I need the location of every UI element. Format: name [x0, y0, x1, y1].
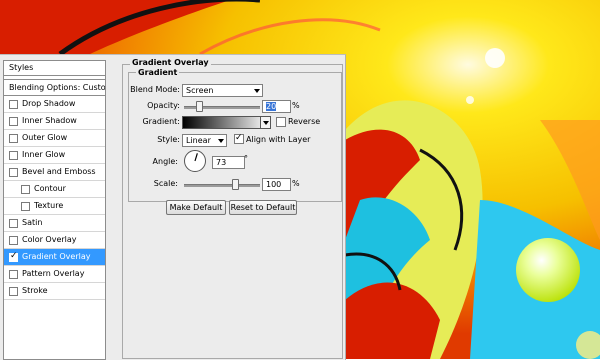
inner-shadow-checkbox[interactable]: [9, 117, 18, 126]
reverse-checkbox[interactable]: [276, 117, 286, 127]
align-with-layer-checkbox[interactable]: ✓: [234, 133, 244, 144]
color-overlay-checkbox[interactable]: [9, 236, 18, 245]
angle-value: 73: [216, 158, 227, 167]
style-item-stroke[interactable]: Stroke: [4, 283, 105, 300]
align-with-layer-label: Align with Layer: [246, 135, 311, 144]
inner-glow-checkbox[interactable]: [9, 151, 18, 160]
check-icon: ✓: [10, 251, 18, 261]
style-item-pattern-overlay[interactable]: Pattern Overlay: [4, 266, 105, 283]
gradient-picker-button[interactable]: [260, 116, 271, 129]
styles-header[interactable]: Styles: [4, 61, 105, 76]
scale-slider-thumb[interactable]: [231, 179, 239, 190]
blend-mode-value: Screen: [186, 86, 214, 95]
outer-glow-checkbox[interactable]: [9, 134, 18, 143]
opacity-label: Opacity:: [147, 101, 180, 110]
blend-mode-label: Blend Mode:: [130, 85, 180, 94]
style-item-label: Outer Glow: [22, 133, 68, 142]
angle-dial-needle: [194, 153, 198, 162]
chevron-down-icon: [263, 121, 269, 125]
drop-shadow-checkbox[interactable]: [9, 100, 18, 109]
chevron-down-icon: [254, 89, 260, 93]
style-item-contour[interactable]: Contour: [4, 181, 105, 198]
gradient-group-title: Gradient: [136, 68, 180, 77]
reverse-label: Reverse: [288, 117, 321, 126]
texture-checkbox[interactable]: [21, 202, 30, 211]
style-item-label: Inner Shadow: [22, 116, 77, 125]
style-select[interactable]: Linear: [182, 134, 227, 147]
gradient-overlay-settings: Gradient Overlay Gradient Blend Mode: Sc…: [116, 55, 345, 360]
layer-style-dialog: Styles Blending Options: Custom Drop Sha…: [0, 54, 346, 360]
style-item-satin[interactable]: Satin: [4, 215, 105, 232]
style-item-label: Bevel and Emboss: [22, 167, 96, 176]
style-value: Linear: [186, 136, 211, 145]
blending-options-item[interactable]: Blending Options: Custom: [4, 79, 105, 96]
style-item-label: Texture: [34, 201, 64, 210]
make-default-button[interactable]: Make Default: [166, 200, 226, 215]
style-item-label: Gradient Overlay: [22, 252, 91, 261]
angle-unit: °: [244, 154, 248, 163]
opacity-unit: %: [292, 101, 300, 110]
scale-value: 100: [266, 180, 282, 189]
style-item-drop-shadow[interactable]: Drop Shadow: [4, 96, 105, 113]
style-item-label: Inner Glow: [22, 150, 66, 159]
gradient-overlay-checkbox[interactable]: ✓: [9, 251, 18, 262]
style-item-texture[interactable]: Texture: [4, 198, 105, 215]
satin-checkbox[interactable]: [9, 219, 18, 228]
stroke-checkbox[interactable]: [9, 287, 18, 296]
scale-slider-track[interactable]: [184, 184, 260, 187]
contour-checkbox[interactable]: [21, 185, 30, 194]
bevel-emboss-checkbox[interactable]: [9, 168, 18, 177]
scale-label: Scale:: [153, 179, 178, 188]
style-item-label: Drop Shadow: [22, 99, 76, 108]
gradient-label: Gradient:: [142, 117, 180, 126]
style-item-label: Color Overlay: [22, 235, 77, 244]
check-icon: ✓: [235, 133, 243, 143]
pattern-overlay-checkbox[interactable]: [9, 270, 18, 279]
reset-to-default-button[interactable]: Reset to Default: [229, 200, 297, 215]
chevron-down-icon: [218, 139, 224, 143]
style-item-bevel-emboss[interactable]: Bevel and Emboss: [4, 164, 105, 181]
style-item-inner-glow[interactable]: Inner Glow: [4, 147, 105, 164]
style-item-outer-glow[interactable]: Outer Glow: [4, 130, 105, 147]
style-item-label: Satin: [22, 218, 43, 227]
opacity-slider-thumb[interactable]: [196, 101, 204, 112]
style-item-label: Pattern Overlay: [22, 269, 85, 278]
angle-input[interactable]: 73: [212, 156, 245, 169]
style-item-gradient-overlay[interactable]: ✓ Gradient Overlay: [4, 249, 105, 266]
blend-mode-select[interactable]: Screen: [182, 84, 263, 97]
angle-dial[interactable]: [184, 150, 206, 172]
style-label: Style:: [157, 135, 180, 144]
gradient-overlay-title: Gradient Overlay: [130, 58, 211, 67]
gradient-swatch[interactable]: [182, 116, 270, 129]
style-item-label: Contour: [34, 184, 66, 193]
angle-label: Angle:: [152, 157, 178, 166]
opacity-value: 20: [266, 102, 277, 111]
style-item-inner-shadow[interactable]: Inner Shadow: [4, 113, 105, 130]
style-item-color-overlay[interactable]: Color Overlay: [4, 232, 105, 249]
scale-unit: %: [292, 179, 300, 188]
opacity-input[interactable]: 20: [262, 100, 291, 113]
scale-input[interactable]: 100: [262, 178, 291, 191]
style-item-label: Stroke: [22, 286, 48, 295]
styles-list-panel: Styles Blending Options: Custom Drop Sha…: [3, 60, 106, 360]
